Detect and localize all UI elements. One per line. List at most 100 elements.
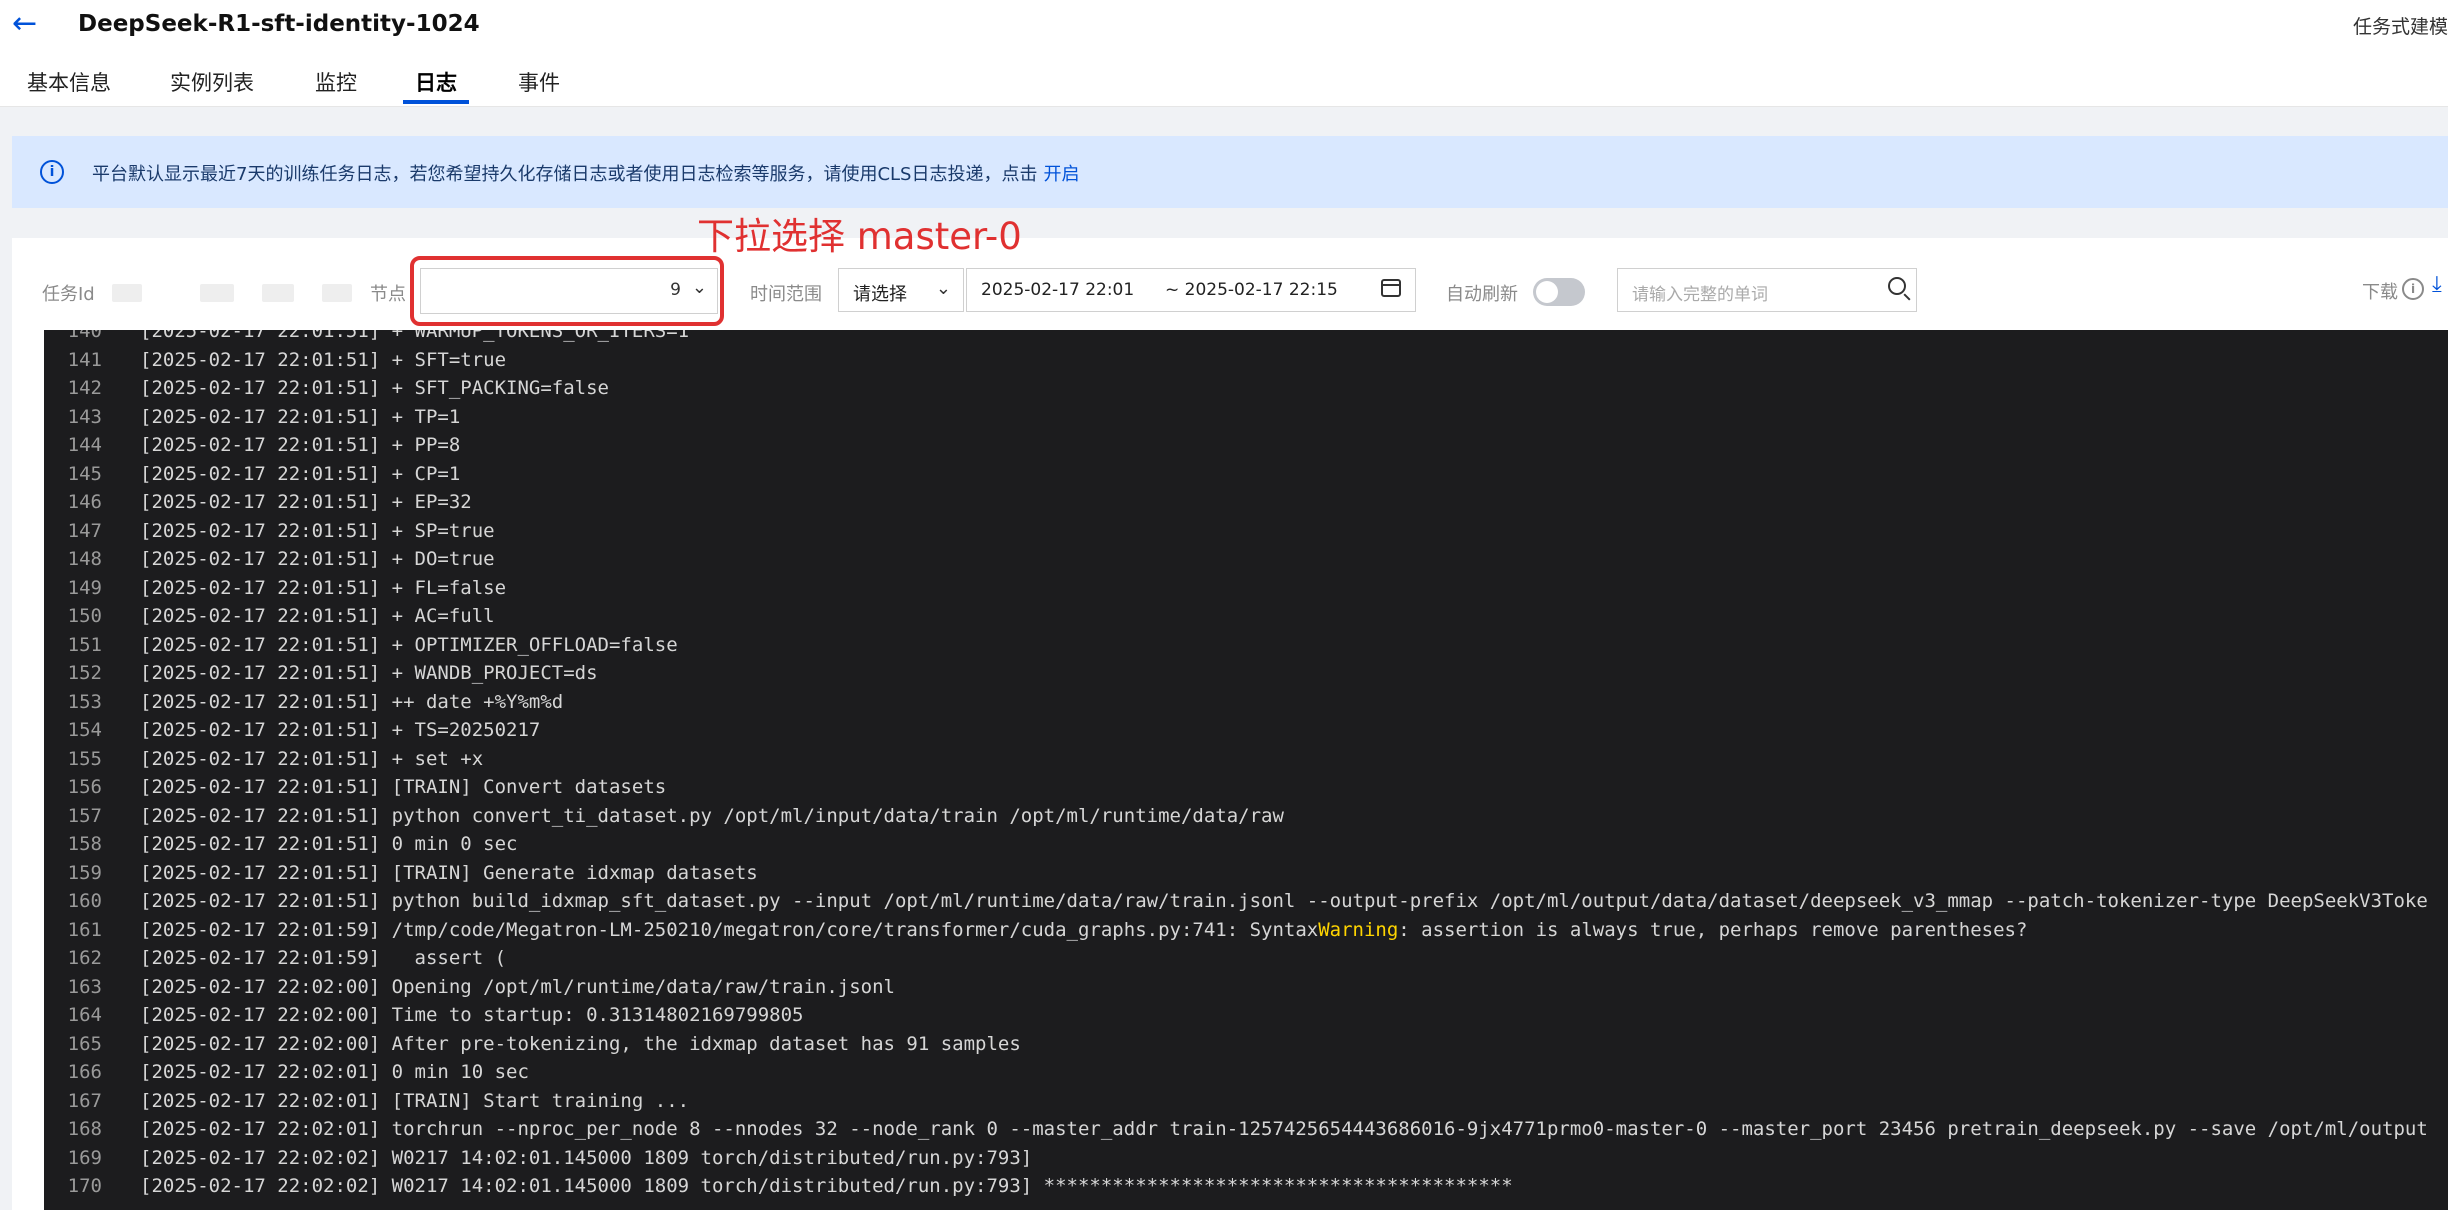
log-line-text: [2025-02-17 22:01:51] + SP=true	[140, 519, 495, 542]
toggle-knob	[1536, 281, 1558, 303]
log-line-text: [2025-02-17 22:02:00] Time to startup: 0…	[140, 1004, 804, 1026]
log-line-number: 153	[67, 690, 102, 713]
log-line-text: [2025-02-17 22:01:51] + PP=8	[140, 434, 461, 456]
log-line-number: 143	[67, 405, 102, 428]
log-line-text: [2025-02-17 22:01:51] 0 min 0 sec	[140, 833, 518, 855]
node-select-value: 9	[670, 280, 681, 300]
log-line: 146 [2025-02-17 22:01:51] + EP=32	[44, 488, 472, 517]
log-line: 149 [2025-02-17 22:01:51] + FL=false	[44, 574, 506, 603]
search-icon[interactable]	[1888, 277, 1906, 295]
node-label: 节点	[370, 284, 406, 305]
page-title: DeepSeek-R1-sft-identity-1024	[78, 11, 480, 37]
log-line-text: [2025-02-17 22:01:51] + TS=20250217	[140, 719, 541, 741]
log-line-number: 148	[67, 548, 102, 570]
time-range-label: 时间范围	[750, 284, 822, 305]
log-line-number: 142	[67, 377, 102, 399]
log-line-text: [2025-02-17 22:01:51] [TRAIN] Convert da…	[140, 776, 667, 798]
tab-events[interactable]: 事件	[518, 66, 560, 100]
tab-basic-info[interactable]: 基本信息	[27, 66, 111, 100]
log-line-text: [2025-02-17 22:01:51] python build_idxma…	[140, 890, 2428, 912]
log-line-number: 145	[67, 462, 102, 485]
log-line-number: 141	[67, 348, 102, 371]
page-header: ← DeepSeek-R1-sft-identity-1024 任务式建模 基本…	[0, 0, 2448, 107]
log-line-text: [2025-02-17 22:01:51] + DO=true	[140, 548, 495, 570]
log-line-number: 165	[67, 1032, 102, 1055]
log-line-text: : assertion is always true, perhaps remo…	[1398, 918, 2028, 941]
log-line-number: 140	[67, 330, 102, 342]
log-line: 166 [2025-02-17 22:02:01] 0 min 10 sec	[44, 1058, 529, 1087]
log-line-text: [2025-02-17 22:02:01] 0 min 10 sec	[140, 1061, 529, 1083]
log-line: 165 [2025-02-17 22:02:00] After pre-token…	[44, 1030, 1021, 1059]
log-line-number: 159	[67, 861, 102, 884]
log-line-number: 163	[67, 975, 102, 998]
log-line-number: 158	[67, 833, 102, 855]
log-line-number: 162	[67, 947, 102, 969]
end-time: ~ 2025-02-17 22:15	[1165, 280, 1338, 300]
node-select[interactable]: 9 ⌄	[420, 268, 718, 314]
redacted-task-id	[322, 284, 352, 302]
log-line-text: [2025-02-17 22:01:51] + AC=full	[140, 605, 495, 627]
log-line-text: [2025-02-17 22:01:51] ++ date +%Y%m%d	[140, 690, 564, 713]
log-line-text: [2025-02-17 22:01:51] python convert_ti_…	[140, 804, 1284, 827]
log-line: 140 [2025-02-17 22:01:51] + WARMUP_TOKENS…	[44, 330, 689, 346]
log-line-number: 156	[67, 776, 102, 798]
info-circle-icon[interactable]: i	[2402, 278, 2424, 300]
enable-cls-link[interactable]: 开启	[1043, 164, 1079, 185]
log-line-text: [2025-02-17 22:02:01] [TRAIN] Start trai…	[140, 1089, 690, 1112]
annotation-text: 下拉选择 master-0	[697, 215, 1022, 258]
log-line-text: [2025-02-17 22:01:51] + SFT=true	[140, 348, 507, 371]
log-warning-text: Warning	[1318, 918, 1399, 941]
notice-text: 平台默认显示最近7天的训练任务日志，若您希望持久化存储日志或者使用日志检索等服务…	[92, 160, 1079, 186]
tab-instance-list[interactable]: 实例列表	[170, 66, 254, 100]
log-line-text: [2025-02-17 22:01:51] + TP=1	[140, 405, 461, 428]
log-line-number: 151	[67, 633, 102, 656]
log-line-number: 170	[67, 1175, 102, 1197]
auto-refresh-toggle[interactable]	[1533, 278, 1585, 306]
chevron-down-icon: ⌄	[935, 278, 951, 299]
tab-logs[interactable]: 日志	[415, 66, 457, 100]
log-line: 169 [2025-02-17 22:02:02] W0217 14:02:01.…	[44, 1144, 1033, 1173]
tab-monitoring[interactable]: 监控	[315, 66, 357, 100]
log-search-input[interactable]: 请输入完整的单词	[1617, 268, 1917, 312]
log-line-number: 149	[67, 576, 102, 599]
log-line-text: [2025-02-17 22:01:51] + OPTIMIZER_OFFLOA…	[140, 633, 678, 656]
log-line: 147 [2025-02-17 22:01:51] + SP=true	[44, 517, 495, 546]
log-line-text: [2025-02-17 22:01:51] + EP=32	[140, 491, 472, 513]
log-line-number: 169	[67, 1146, 102, 1169]
download-label[interactable]: 下载	[2362, 278, 2398, 304]
log-line: 145 [2025-02-17 22:01:51] + CP=1	[44, 460, 461, 489]
calendar-icon	[1381, 279, 1401, 297]
log-line-number: 155	[67, 747, 102, 770]
log-line-text: [2025-02-17 22:01:51] + WANDB_PROJECT=ds	[140, 662, 598, 684]
log-line: 162 [2025-02-17 22:01:59] assert (	[44, 944, 506, 973]
log-line-number: 147	[67, 519, 102, 542]
time-preset-select[interactable]: 请选择 ⌄	[838, 268, 964, 312]
log-line-text: [2025-02-17 22:01:51] + FL=false	[140, 576, 507, 599]
redacted-task-id	[112, 284, 142, 302]
date-range-picker[interactable]: 2025-02-17 22:01 ~ 2025-02-17 22:15	[966, 268, 1416, 312]
start-time: 2025-02-17 22:01	[981, 280, 1135, 300]
search-placeholder: 请输入完整的单词	[1632, 285, 1768, 305]
log-viewer[interactable]: 140 [2025-02-17 22:01:51] + WARMUP_TOKENS…	[44, 330, 2448, 1210]
log-line: 160 [2025-02-17 22:01:51] python build_id…	[44, 887, 2428, 916]
log-line: 157 [2025-02-17 22:01:51] python convert_…	[44, 802, 1284, 831]
log-line-number: 164	[67, 1004, 102, 1026]
log-line: 155 [2025-02-17 22:01:51] + set +x	[44, 745, 484, 774]
log-line: 154 [2025-02-17 22:01:51] + TS=20250217	[44, 716, 541, 745]
log-line-text: [2025-02-17 22:02:02] W0217 14:02:01.145…	[140, 1146, 1033, 1169]
log-line-number: 152	[67, 662, 102, 684]
log-line: 148 [2025-02-17 22:01:51] + DO=true	[44, 545, 495, 574]
arrow-left-icon[interactable]: ←	[12, 6, 37, 42]
log-line: 158 [2025-02-17 22:01:51] 0 min 0 sec	[44, 830, 518, 859]
log-line-text: [2025-02-17 22:01:51] + WARMUP_TOKENS_OR…	[140, 330, 690, 342]
log-line: 153 [2025-02-17 22:01:51] ++ date +%Y%m%d	[44, 688, 564, 717]
redacted-task-id	[262, 284, 294, 302]
header-right-text: 任务式建模	[2352, 16, 2448, 38]
download-icon[interactable]: ⤓	[2432, 272, 2442, 297]
info-icon: i	[40, 160, 64, 184]
log-line-number: 160	[67, 890, 102, 912]
log-line: 159 [2025-02-17 22:01:51] [TRAIN] Generat…	[44, 859, 758, 888]
log-line-text: [2025-02-17 22:01:59] /tmp/code/Megatron…	[140, 918, 1319, 941]
log-line: 161 [2025-02-17 22:01:59] /tmp/code/Megat…	[44, 916, 2028, 945]
task-id-label: 任务Id	[42, 284, 95, 305]
